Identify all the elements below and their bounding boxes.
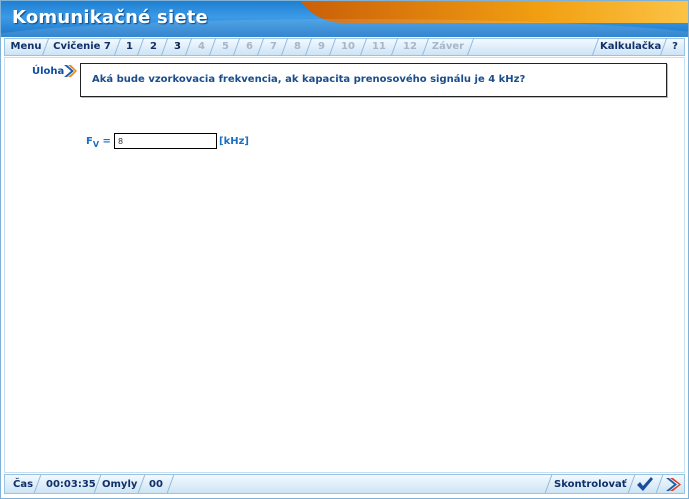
- tab-separator: [468, 39, 474, 55]
- arrow-right-icon[interactable]: [664, 476, 682, 493]
- answer-var: F: [86, 136, 93, 147]
- tab-1[interactable]: 1: [121, 39, 138, 55]
- tab-2[interactable]: 2: [145, 39, 162, 55]
- status-separator: [95, 476, 101, 492]
- answer-eq: =: [102, 136, 111, 147]
- task-question: Aká bude vzorkovacia frekvencia, ak kapa…: [92, 74, 526, 85]
- tab-separator: [162, 39, 168, 55]
- tab-separator: [661, 39, 667, 55]
- task-label: Úloha: [32, 66, 65, 77]
- tab-separator: [258, 39, 264, 55]
- tab-separator: [306, 39, 312, 55]
- app-window: Komunikačné siete Menu Cvičenie 7 1 2 3 …: [0, 0, 689, 499]
- app-header: Komunikačné siete: [1, 1, 688, 37]
- tab-8: 8: [294, 41, 301, 52]
- frequency-input[interactable]: [114, 133, 217, 149]
- tab-separator: [593, 39, 599, 55]
- tab-9: 9: [318, 41, 325, 52]
- tab-bar: Menu Cvičenie 7 1 2 3 4 5 6 7 8 9 10 11 …: [4, 38, 685, 56]
- answer-sub: V: [92, 140, 100, 149]
- check-button[interactable]: Skontrolovať: [554, 477, 627, 493]
- answer-unit: [kHz]: [219, 136, 249, 147]
- tab-6: 6: [246, 41, 253, 52]
- time-value: 00:03:35: [46, 479, 96, 490]
- tab-separator: [186, 39, 192, 55]
- status-separator: [35, 476, 41, 492]
- tab-menu[interactable]: Menu: [9, 39, 43, 55]
- tab-11: 11: [372, 41, 386, 52]
- status-separator: [546, 476, 552, 492]
- task-box: Aká bude vzorkovacia frekvencia, ak kapa…: [80, 63, 667, 97]
- checkmark-icon[interactable]: [636, 476, 654, 493]
- tab-separator: [138, 39, 144, 55]
- tab-4: 4: [198, 41, 205, 52]
- chevron-right-icon: [64, 65, 77, 77]
- errors-value: 00: [149, 479, 163, 490]
- errors-label: Omyly: [102, 479, 138, 490]
- tab-separator: [210, 39, 216, 55]
- status-separator: [657, 476, 663, 492]
- tab-separator: [234, 39, 240, 55]
- status-bar: Čas 00:03:35 Omyly 00 Skontrolovať: [4, 474, 685, 494]
- content-area: Úloha Aká bude vzorkovacia frekvencia, a…: [4, 57, 685, 473]
- time-label: Čas: [13, 479, 34, 490]
- status-separator: [168, 476, 174, 492]
- tab-10: 10: [341, 41, 355, 52]
- tab-3[interactable]: 3: [169, 39, 186, 55]
- status-separator: [139, 476, 145, 492]
- app-title: Komunikačné siete: [12, 7, 208, 28]
- tab-separator: [282, 39, 288, 55]
- calculator-button[interactable]: Kalkulačka: [600, 39, 661, 55]
- tab-5: 5: [222, 41, 229, 52]
- answer-label: FV =: [86, 136, 111, 149]
- tab-conclusion: Záver: [431, 41, 465, 52]
- tab-7: 7: [270, 41, 277, 52]
- tab-exercise[interactable]: Cvičenie 7: [49, 39, 115, 55]
- help-button[interactable]: ?: [668, 39, 682, 55]
- status-separator: [629, 476, 635, 492]
- tab-12: 12: [403, 41, 417, 52]
